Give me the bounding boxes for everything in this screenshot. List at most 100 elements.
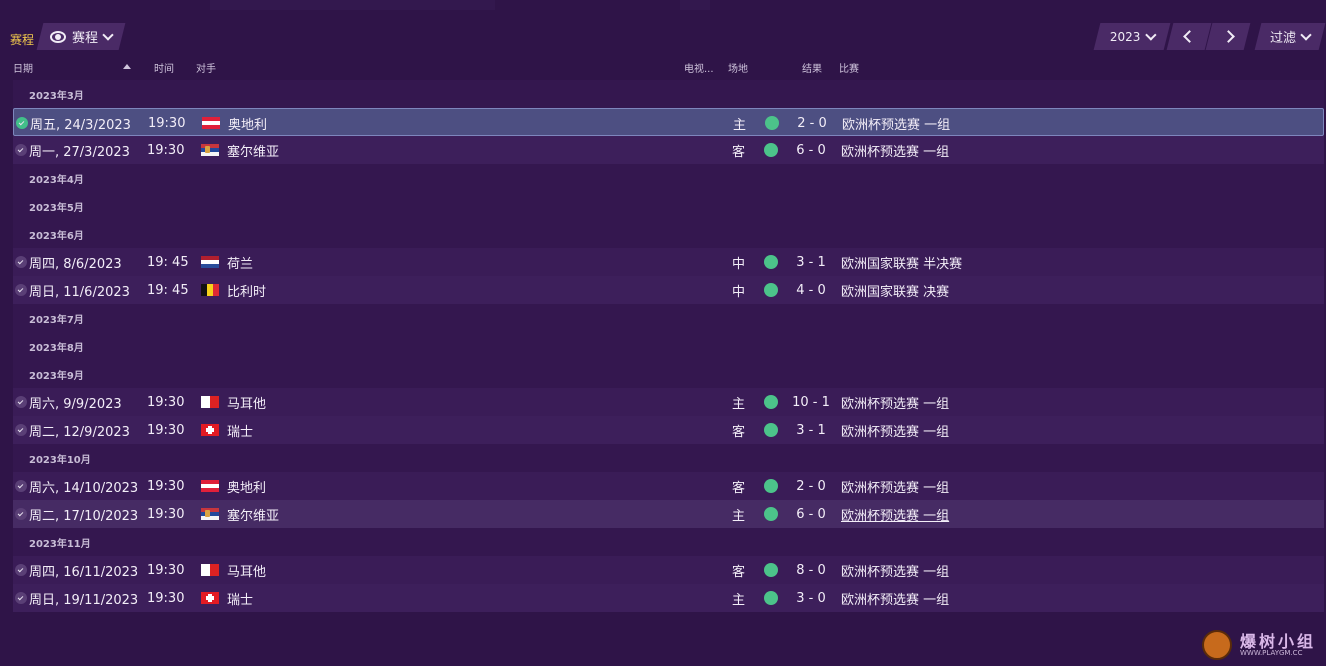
month-header: 2023年11月 (13, 528, 1324, 556)
fixture-row[interactable]: 周二, 12/9/2023 19:30 瑞士 客 3 - 1 欧洲杯预选赛 一组 (13, 416, 1324, 444)
opponent-link[interactable]: 奥地利 (227, 472, 266, 500)
competition-link[interactable]: 欧洲杯预选赛 一组 (841, 500, 949, 528)
month-header: 2023年8月 (13, 332, 1324, 360)
opponent-link[interactable]: 塞尔维亚 (227, 136, 279, 164)
competition-link[interactable]: 欧洲国家联赛 半决赛 (841, 248, 962, 276)
opponent-link[interactable]: 荷兰 (227, 248, 253, 276)
played-check-icon (15, 564, 27, 576)
top-bar-shadow (210, 0, 495, 10)
column-header-opponent[interactable]: 对手 (196, 60, 216, 75)
watermark: 爆树小组 WWW.PLAYGM.CC (1196, 624, 1326, 664)
competition-link[interactable]: 欧洲国家联赛 决赛 (841, 276, 949, 304)
top-bar-shadow (680, 0, 710, 10)
month-header: 2023年7月 (13, 304, 1324, 332)
played-check-icon (15, 284, 27, 296)
opponent-link[interactable]: 马耳他 (227, 556, 266, 584)
fixture-date: 周日, 19/11/2023 (29, 592, 139, 608)
serbia-flag-icon (201, 508, 219, 520)
chevron-down-icon (1144, 28, 1156, 41)
fixture-row[interactable]: 周二, 17/10/2023 19:30 塞尔维亚 主 6 - 0 欧洲杯预选赛 一组 (13, 500, 1324, 528)
played-check-icon (15, 592, 27, 604)
competition-link[interactable]: 欧洲杯预选赛 一组 (841, 388, 949, 416)
fixture-row[interactable]: 周五, 24/3/2023 19:30 奥地利 主 2 - 0 欧洲杯预选赛 一组 (13, 108, 1324, 136)
competition-link[interactable]: 欧洲杯预选赛 一组 (841, 416, 949, 444)
competition-link[interactable]: 欧洲杯预选赛 一组 (842, 109, 950, 137)
fixture-time: 19:30 (147, 562, 185, 578)
fixture-row[interactable]: 周日, 11/6/2023 19: 45 比利时 中 4 - 0 欧洲国家联赛 决赛 (13, 276, 1324, 304)
filter-button-label: 过滤 (1269, 31, 1296, 46)
fixture-time: 19:30 (147, 478, 185, 494)
venue: 客 (732, 480, 746, 496)
opponent-link[interactable]: 瑞士 (227, 584, 253, 612)
venue: 主 (732, 396, 746, 412)
column-header-time[interactable]: 时间 (154, 60, 174, 75)
opponent-link[interactable]: 奥地利 (228, 109, 267, 137)
venue: 中 (732, 284, 746, 300)
column-header-tv[interactable]: 电视... (684, 60, 714, 75)
fixture-time: 19:30 (148, 115, 186, 131)
eye-icon (49, 30, 66, 43)
fixture-row[interactable]: 周六, 9/9/2023 19:30 马耳他 主 10 - 1 欧洲杯预选赛 一组 (13, 388, 1324, 416)
month-header: 2023年5月 (13, 192, 1324, 220)
column-header-competition[interactable]: 比赛 (839, 60, 859, 75)
match-result[interactable]: 2 - 0 (774, 109, 850, 137)
competition-link[interactable]: 欧洲杯预选赛 一组 (841, 136, 949, 164)
match-result[interactable]: 10 - 1 (773, 388, 849, 416)
fixture-date: 周四, 16/11/2023 (29, 564, 139, 580)
malta-flag-icon (201, 396, 219, 408)
match-result[interactable]: 3 - 0 (773, 584, 849, 612)
month-header: 2023年10月 (13, 444, 1324, 472)
breadcrumb[interactable]: 赛程 (10, 31, 34, 48)
match-result[interactable]: 3 - 1 (773, 416, 849, 444)
previous-button[interactable] (1166, 23, 1212, 50)
match-result[interactable]: 6 - 0 (773, 136, 849, 164)
competition-link[interactable]: 欧洲杯预选赛 一组 (841, 472, 949, 500)
venue: 客 (732, 424, 746, 440)
chevron-down-icon (1300, 28, 1312, 41)
month-header: 2023年4月 (13, 164, 1324, 192)
venue: 客 (732, 144, 746, 160)
fixtures-list: 2023年3月 周五, 24/3/2023 19:30 奥地利主 2 - 0 欧洲杯预选… (13, 80, 1324, 612)
fixture-time: 19:30 (147, 422, 185, 438)
month-header: 2023年6月 (13, 220, 1324, 248)
malta-flag-icon (201, 564, 219, 576)
year-dropdown[interactable]: 2023 (1093, 23, 1171, 50)
played-check-icon (15, 508, 27, 520)
competition-link[interactable]: 欧洲杯预选赛 一组 (841, 556, 949, 584)
month-header: 2023年9月 (13, 360, 1324, 388)
column-header-date[interactable]: 日期 (13, 60, 33, 75)
opponent-link[interactable]: 瑞士 (227, 416, 253, 444)
match-result[interactable]: 2 - 0 (773, 472, 849, 500)
venue: 主 (732, 592, 746, 608)
opponent-link[interactable]: 塞尔维亚 (227, 500, 279, 528)
column-header-venue[interactable]: 场地 (728, 60, 748, 75)
played-check-icon (15, 480, 27, 492)
fixture-row[interactable]: 周日, 19/11/2023 19:30 瑞士 主 3 - 0 欧洲杯预选赛 一组 (13, 584, 1324, 612)
view-dropdown[interactable]: 赛程 (36, 23, 126, 50)
match-result[interactable]: 3 - 1 (773, 248, 849, 276)
competition-link[interactable]: 欧洲杯预选赛 一组 (841, 584, 949, 612)
played-check-icon (15, 144, 27, 156)
fixture-row[interactable]: 周一, 27/3/2023 19:30 塞尔维亚 客 6 - 0 欧洲杯预选赛 一组 (13, 136, 1324, 164)
fixture-time: 19:30 (147, 142, 185, 158)
fixture-row[interactable]: 周六, 14/10/2023 19:30 奥地利 客 2 - 0 欧洲杯预选赛 一组 (13, 472, 1324, 500)
fixture-time: 19: 45 (147, 282, 189, 298)
fixture-date: 周六, 9/9/2023 (29, 396, 122, 412)
opponent-link[interactable]: 马耳他 (227, 388, 266, 416)
chevron-down-icon (102, 28, 114, 41)
next-button[interactable] (1205, 23, 1251, 50)
switzerland-flag-icon (201, 592, 219, 604)
match-result[interactable]: 6 - 0 (773, 500, 849, 528)
column-header-result[interactable]: 结果 (802, 60, 822, 75)
belgium-flag-icon (201, 284, 219, 296)
austria-flag-icon (201, 480, 219, 492)
fixture-row[interactable]: 周四, 8/6/2023 19: 45 荷兰 中 3 - 1 欧洲国家联赛 半决赛 (13, 248, 1324, 276)
match-result[interactable]: 4 - 0 (773, 276, 849, 304)
fixture-row[interactable]: 周四, 16/11/2023 19:30 马耳他 客 8 - 0 欧洲杯预选赛 一组 (13, 556, 1324, 584)
fixture-time: 19:30 (147, 590, 185, 606)
match-result[interactable]: 8 - 0 (773, 556, 849, 584)
sort-ascending-icon (123, 64, 131, 69)
filter-button[interactable]: 过滤 (1254, 23, 1326, 50)
opponent-link[interactable]: 比利时 (227, 276, 266, 304)
played-check-icon (16, 117, 28, 129)
